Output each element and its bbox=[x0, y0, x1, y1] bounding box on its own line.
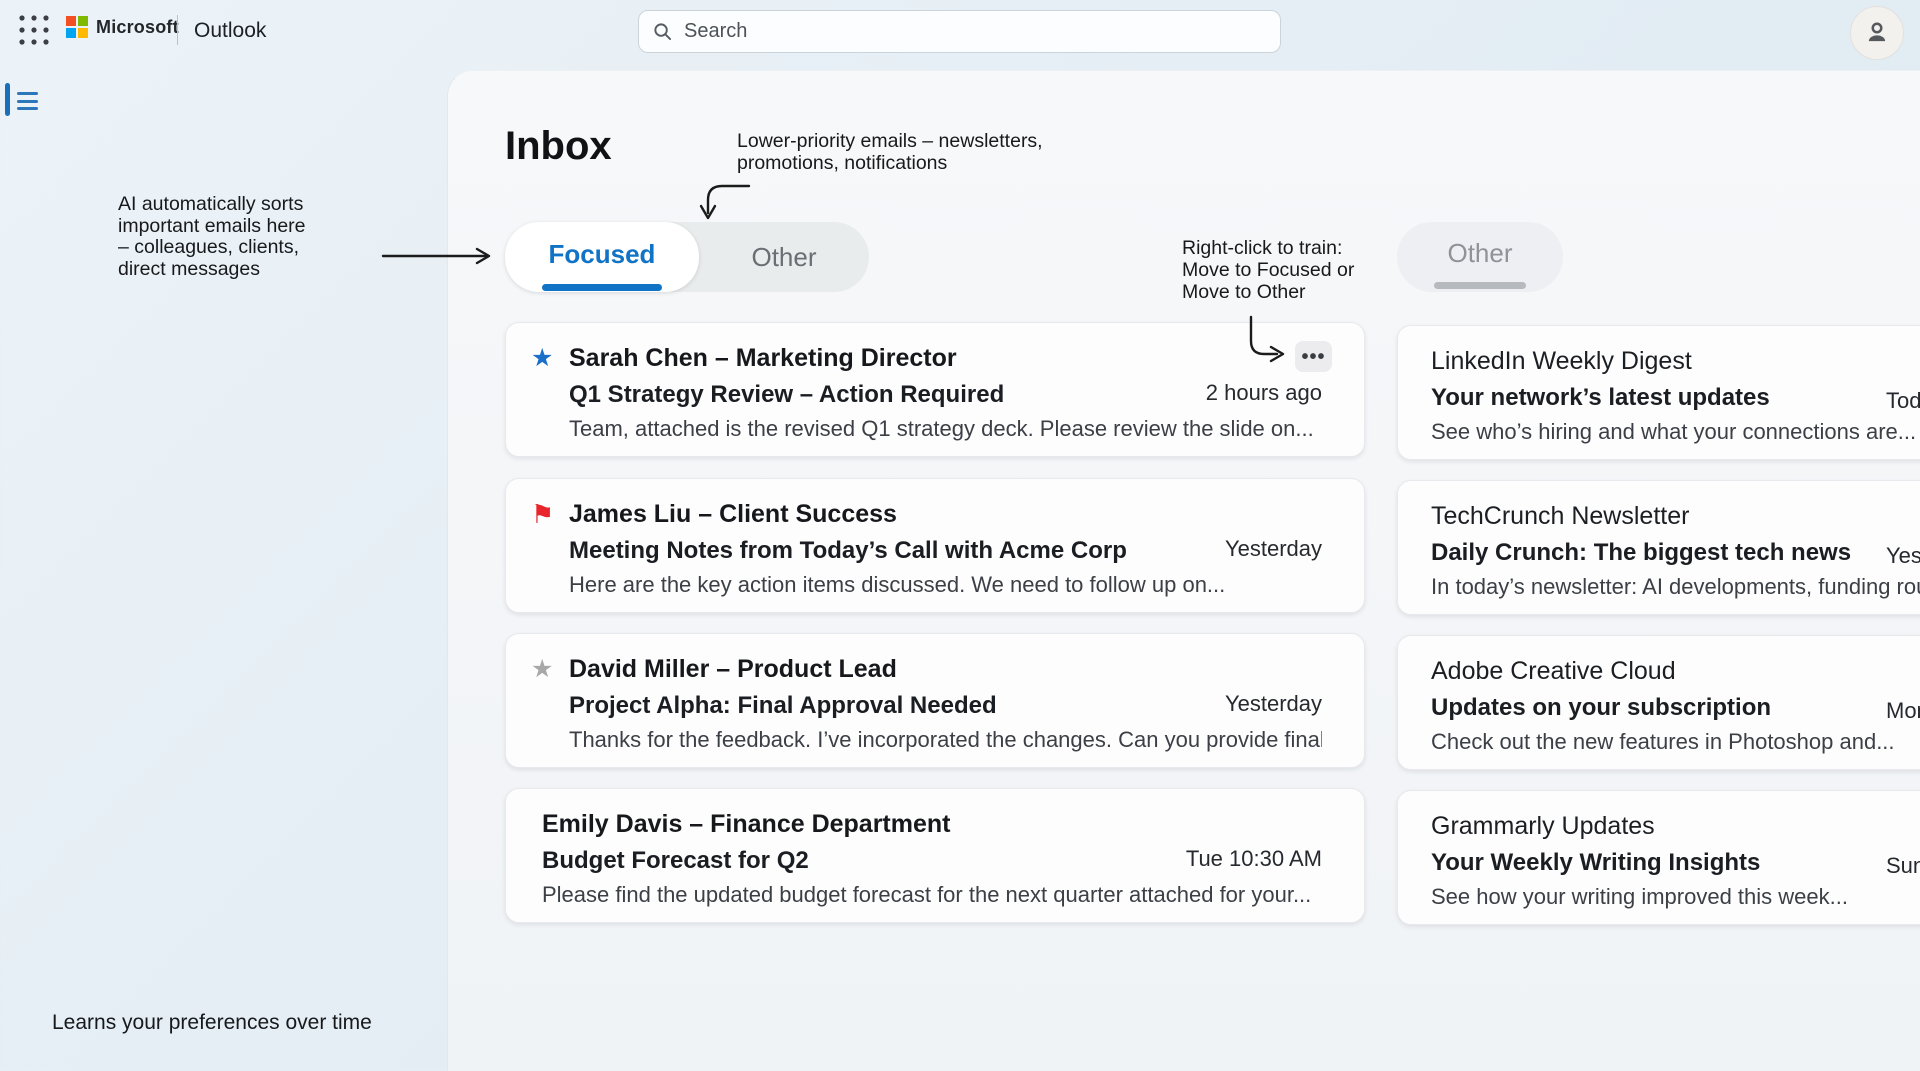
inbox-tab-switcher: Focused Other bbox=[505, 222, 869, 292]
brand-name: Microsoft bbox=[96, 17, 179, 38]
flag-icon[interactable]: ⚑ bbox=[531, 499, 560, 612]
star-icon[interactable]: ★ bbox=[531, 343, 560, 456]
email-preview: Check out the new features in Photoshop … bbox=[1431, 728, 1920, 755]
email-text: Adobe Creative Cloud Updates on your sub… bbox=[1431, 656, 1920, 769]
person-icon bbox=[1862, 18, 1892, 48]
email-time: Sun bbox=[1886, 853, 1920, 879]
tab-other-column-label: Other bbox=[1447, 238, 1512, 269]
email-sender: Adobe Creative Cloud bbox=[1431, 656, 1920, 686]
email-sender: James Liu – Client Success bbox=[569, 499, 1322, 529]
nav-accent-bar bbox=[5, 83, 10, 116]
tab-other-column[interactable]: Other bbox=[1397, 222, 1563, 292]
email-preview: Please find the updated budget forecast … bbox=[542, 881, 1322, 908]
tab-other-label: Other bbox=[751, 242, 816, 273]
tab-other-indicator bbox=[1434, 282, 1526, 289]
email-subject: Updates on your subscription bbox=[1431, 693, 1771, 722]
email-subject: Your Weekly Writing Insights bbox=[1431, 848, 1760, 877]
email-preview: See who’s hiring and what your connectio… bbox=[1431, 418, 1920, 445]
email-time: Yesterday bbox=[1225, 691, 1322, 720]
annotation-right-click-train: Right-click to train: Move to Focused or… bbox=[1182, 237, 1354, 303]
more-options-button[interactable]: ••• bbox=[1295, 341, 1332, 372]
email-sender: TechCrunch Newsletter bbox=[1431, 501, 1920, 531]
email-text: Sarah Chen – Marketing Director Q1 Strat… bbox=[569, 343, 1322, 456]
email-time: 2 hours ago bbox=[1206, 380, 1322, 409]
top-bar: Microsoft Outlook bbox=[0, 0, 1920, 70]
email-text: David Miller – Product Lead Project Alph… bbox=[569, 654, 1322, 767]
app-launcher-icon[interactable] bbox=[15, 11, 53, 49]
email-row[interactable]: TechCrunch Newsletter Daily Crunch: The … bbox=[1397, 480, 1920, 615]
annotation-focused-explainer: AI automatically sorts important emails … bbox=[118, 194, 348, 280]
annotation-learns-preferences: Learns your preferences over time bbox=[52, 1012, 372, 1034]
tab-focused[interactable]: Focused bbox=[505, 222, 699, 292]
annotation-other-explainer: Lower-priority emails – newsletters, pro… bbox=[737, 131, 1043, 174]
email-preview: Here are the key action items discussed.… bbox=[569, 571, 1322, 598]
email-time: Today bbox=[1886, 388, 1920, 414]
page-title: Inbox bbox=[505, 124, 612, 169]
hamburger-menu-icon[interactable] bbox=[17, 92, 41, 114]
email-text: Grammarly Updates Your Weekly Writing In… bbox=[1431, 811, 1920, 924]
email-text: James Liu – Client Success Meeting Notes… bbox=[569, 499, 1322, 612]
email-preview: Team, attached is the revised Q1 strateg… bbox=[569, 415, 1322, 442]
email-time: Yesterday bbox=[1225, 536, 1322, 565]
email-text: LinkedIn Weekly Digest Your network’s la… bbox=[1431, 346, 1920, 459]
tab-focused-label: Focused bbox=[549, 239, 656, 270]
email-text: Emily Davis – Finance Department Budget … bbox=[542, 809, 1322, 922]
email-sender: Grammarly Updates bbox=[1431, 811, 1920, 841]
tab-focused-active-indicator bbox=[542, 284, 662, 291]
email-sender: Sarah Chen – Marketing Director bbox=[569, 343, 1322, 373]
microsoft-logo-icon bbox=[66, 16, 88, 38]
product-name: Outlook bbox=[194, 19, 266, 43]
email-sender: David Miller – Product Lead bbox=[569, 654, 1322, 684]
email-subject: Q1 Strategy Review – Action Required bbox=[569, 380, 1206, 409]
email-row[interactable]: ★ Sarah Chen – Marketing Director Q1 Str… bbox=[505, 322, 1365, 457]
waffle-grid-icon bbox=[15, 11, 53, 49]
email-subject: Project Alpha: Final Approval Needed bbox=[569, 691, 1225, 720]
email-row[interactable]: Emily Davis – Finance Department Budget … bbox=[505, 788, 1365, 923]
email-preview: In today’s newsletter: AI developments, … bbox=[1431, 573, 1920, 600]
email-row[interactable]: Grammarly Updates Your Weekly Writing In… bbox=[1397, 790, 1920, 925]
tab-other[interactable]: Other bbox=[699, 222, 869, 292]
star-icon[interactable]: ★ bbox=[531, 654, 560, 767]
search-icon bbox=[653, 22, 672, 41]
microsoft-brand: Microsoft bbox=[66, 16, 179, 38]
email-row[interactable]: ⚑ James Liu – Client Success Meeting Not… bbox=[505, 478, 1365, 613]
email-subject: Your network’s latest updates bbox=[1431, 383, 1770, 412]
email-preview: See how your writing improved this week.… bbox=[1431, 883, 1920, 910]
email-sender: LinkedIn Weekly Digest bbox=[1431, 346, 1920, 376]
brand-divider bbox=[177, 15, 178, 45]
email-row[interactable]: ★ David Miller – Product Lead Project Al… bbox=[505, 633, 1365, 768]
search-input[interactable] bbox=[684, 20, 1266, 43]
email-subject: Budget Forecast for Q2 bbox=[542, 846, 1186, 875]
email-preview: Thanks for the feedback. I’ve incorporat… bbox=[569, 726, 1322, 753]
account-button[interactable] bbox=[1850, 6, 1904, 60]
email-time: Mon bbox=[1886, 698, 1920, 724]
email-sender: Emily Davis – Finance Department bbox=[542, 809, 1322, 839]
email-time: Tue 10:30 AM bbox=[1186, 846, 1322, 875]
email-time: Yesterday bbox=[1886, 543, 1920, 569]
search-bar[interactable] bbox=[638, 10, 1281, 53]
email-row[interactable]: Adobe Creative Cloud Updates on your sub… bbox=[1397, 635, 1920, 770]
email-subject: Daily Crunch: The biggest tech news bbox=[1431, 538, 1851, 567]
email-text: TechCrunch Newsletter Daily Crunch: The … bbox=[1431, 501, 1920, 614]
email-subject: Meeting Notes from Today’s Call with Acm… bbox=[569, 536, 1225, 565]
email-row[interactable]: LinkedIn Weekly Digest Your network’s la… bbox=[1397, 325, 1920, 460]
